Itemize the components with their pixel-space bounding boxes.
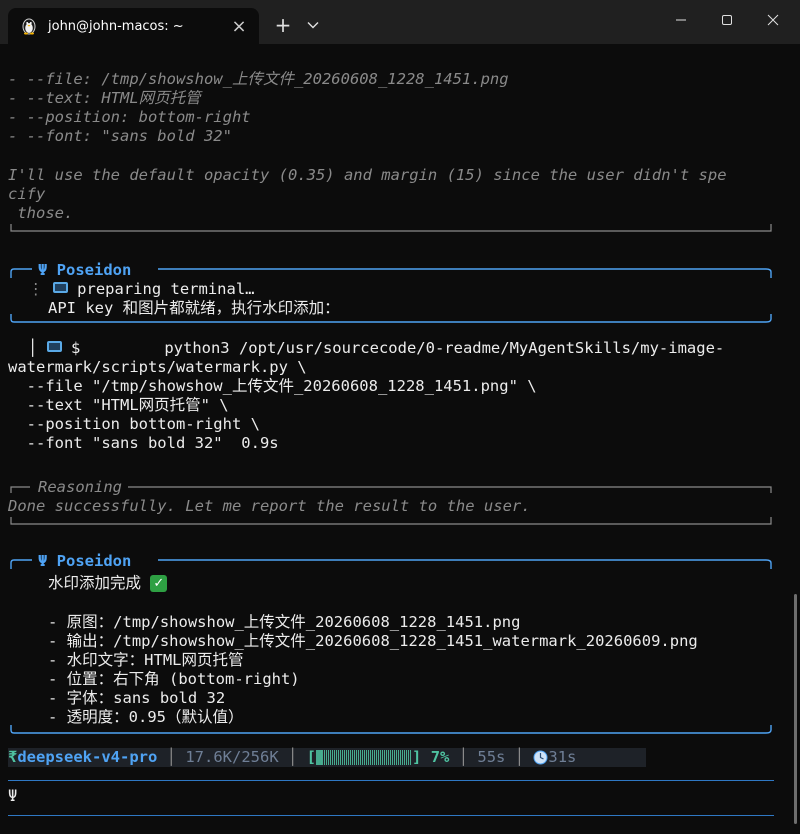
tab-title: john@john-macos: ~ bbox=[48, 18, 184, 34]
status-separator: │ bbox=[449, 748, 478, 766]
token-count: 17.6K/256K bbox=[185, 748, 279, 766]
terminal-output[interactable]: - --file: /tmp/showshow_上传文件_20260608_12… bbox=[0, 44, 800, 834]
new-tab-button[interactable]: + bbox=[268, 11, 298, 39]
param-line: - --text: HTML网页托管 bbox=[8, 89, 201, 107]
status-text: preparing terminal… bbox=[67, 280, 255, 298]
status-spinner: ⋮ bbox=[28, 280, 53, 298]
close-window-button[interactable] bbox=[750, 0, 796, 40]
laptop-icon bbox=[52, 282, 68, 293]
note-line: cify bbox=[8, 185, 46, 203]
progress-percent-value: 7% bbox=[430, 748, 450, 766]
tab-dropdown-button[interactable] bbox=[300, 11, 326, 39]
note-line: those. bbox=[8, 204, 74, 222]
param-line: - --font: "sans bold 32" bbox=[8, 127, 232, 145]
status-separator: │ bbox=[157, 748, 186, 766]
command-line: --position bottom-right \ bbox=[8, 415, 260, 433]
progress-bracket-open: [ bbox=[306, 748, 316, 766]
maximize-icon bbox=[722, 15, 732, 25]
input-bottom-border bbox=[8, 815, 774, 816]
status-separator: │ bbox=[278, 748, 307, 766]
timer-value: 31s bbox=[548, 748, 577, 766]
chevron-down-icon bbox=[307, 22, 319, 29]
result-title-text: 水印添加完成 bbox=[48, 574, 151, 592]
context-progress-bar bbox=[316, 750, 412, 765]
model-icon: ₹ bbox=[8, 748, 18, 766]
laptop-icon bbox=[46, 341, 62, 352]
note-line: I'll use the default opacity (0.35) and … bbox=[8, 166, 727, 184]
timer-icon bbox=[533, 750, 548, 765]
title-bar: john@john-macos: ~ × + bbox=[0, 0, 800, 44]
check-mark-icon: ✓ bbox=[150, 575, 168, 592]
result-item: - 位置：右下角 (bottom-right) bbox=[48, 670, 300, 688]
status-separator: │ bbox=[505, 748, 534, 766]
command-gutter: │ bbox=[28, 339, 47, 357]
input-prompt[interactable]: Ψ bbox=[8, 787, 17, 806]
reasoning-text: Done successfully. Let me report the res… bbox=[8, 497, 531, 515]
command-line: watermark/scripts/watermark.py \ bbox=[8, 358, 307, 376]
reasoning-label: Reasoning bbox=[38, 478, 122, 496]
input-top-border bbox=[8, 780, 774, 781]
box-border bbox=[10, 224, 772, 232]
progress-percent: 7% bbox=[421, 748, 450, 767]
minimize-icon bbox=[676, 19, 686, 21]
command-line: --file "/tmp/showshow_上传文件_20260608_1228… bbox=[8, 377, 537, 395]
terminal-tab[interactable]: john@john-macos: ~ × bbox=[8, 8, 259, 44]
scrollbar-thumb[interactable] bbox=[794, 594, 797, 824]
tool-status: ⋮ preparing terminal… bbox=[28, 280, 254, 299]
command-line: --font "sans bold 32" 0.9s bbox=[8, 434, 279, 452]
message-header: Ψ Poseidon bbox=[38, 552, 132, 570]
status-bar: ₹ deepseek-v4-pro │ 17.6K/256K │ [ ] 7% … bbox=[8, 748, 646, 767]
message-header: Ψ Poseidon bbox=[38, 261, 132, 279]
progress-fill bbox=[316, 750, 323, 765]
close-icon bbox=[767, 14, 779, 26]
maximize-button[interactable] bbox=[704, 0, 750, 40]
minimize-button[interactable] bbox=[658, 0, 704, 40]
param-line: - --position: bottom-right bbox=[8, 108, 251, 126]
penguin-icon bbox=[22, 18, 36, 35]
command-line: │ $ python3 /opt/usr/sourcecode/0-readme… bbox=[28, 339, 724, 358]
message-box-bottom-border bbox=[10, 725, 772, 734]
reasoning-bottom-border bbox=[10, 517, 772, 525]
param-line: - --file: /tmp/showshow_上传文件_20260608_12… bbox=[8, 70, 509, 88]
message-box-bottom-border bbox=[10, 314, 772, 323]
result-item: - 原图：/tmp/showshow_上传文件_20260608_1228_14… bbox=[48, 613, 521, 631]
elapsed-time: 55s bbox=[477, 748, 506, 766]
command-prompt: $ python3 /opt/usr/sourcecode/0-readme/M… bbox=[61, 339, 725, 357]
result-item: - 水印文字：HTML网页托管 bbox=[48, 651, 244, 669]
result-title: 水印添加完成 ✓ bbox=[48, 574, 168, 593]
model-name: deepseek-v4-pro bbox=[17, 748, 158, 766]
tab-close-button[interactable]: × bbox=[225, 12, 253, 40]
result-item: - 输出：/tmp/showshow_上传文件_20260608_1228_14… bbox=[48, 632, 698, 650]
result-item: - 字体：sans bold 32 bbox=[48, 689, 226, 707]
reasoning-top-border bbox=[10, 486, 772, 493]
command-line: --text "HTML网页托管" \ bbox=[8, 396, 229, 414]
progress-bracket-close: ] bbox=[412, 748, 422, 766]
